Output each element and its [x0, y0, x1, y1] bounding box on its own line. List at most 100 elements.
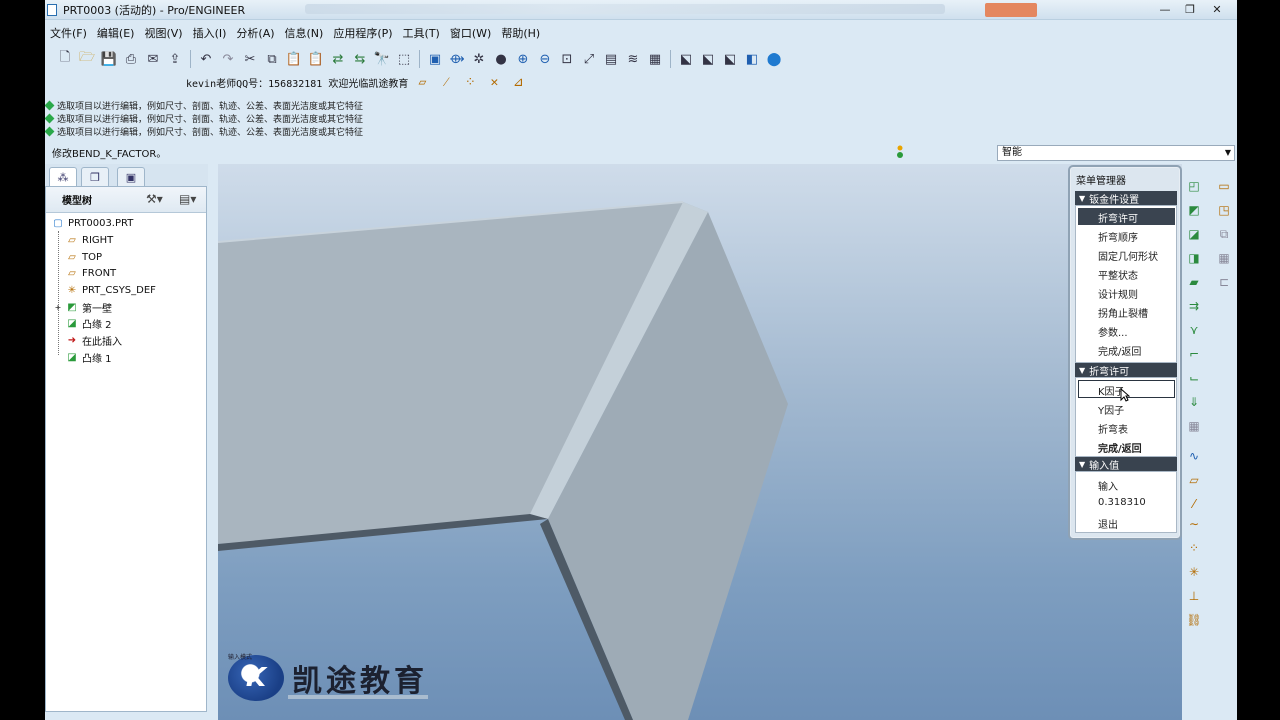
expand-plus-icon[interactable]: +: [54, 301, 62, 313]
hidden-line-icon[interactable]: ⬕: [698, 49, 718, 69]
menu-applications[interactable]: 应用程序(P): [328, 25, 397, 41]
side-tool-icon-4[interactable]: ▦: [1216, 250, 1232, 266]
annotation-tool-icon[interactable]: ⊿: [508, 72, 528, 92]
copy-icon[interactable]: ⧉: [262, 49, 282, 69]
minimize-button[interactable]: —: [1153, 0, 1177, 18]
menu-item-bend-allowance[interactable]: 折弯许可: [1098, 210, 1138, 225]
red-taskbar-button[interactable]: [985, 3, 1037, 17]
tree-node-insert-here[interactable]: ➜ 在此插入: [65, 332, 122, 348]
menu-insert[interactable]: 插入(I): [188, 25, 232, 41]
wall-icon[interactable]: ◩: [1186, 202, 1202, 218]
orient-mode-icon[interactable]: ✲: [469, 49, 489, 69]
wireframe-icon[interactable]: ⬕: [676, 49, 696, 69]
menu-item-quit[interactable]: 退出: [1098, 516, 1118, 531]
layers-icon[interactable]: ≋: [623, 49, 643, 69]
tree-node-first-wall[interactable]: + ◩ 第一壁: [54, 299, 112, 315]
sheetmetal-part-model[interactable]: [218, 164, 1182, 720]
section-bend-allowance[interactable]: ▼ 折弯许可: [1075, 363, 1177, 378]
shading-icon[interactable]: ◧: [742, 49, 762, 69]
panel-splitter[interactable]: [208, 164, 218, 720]
section-input-value[interactable]: ▼ 输入值: [1075, 457, 1177, 472]
menu-item-enter[interactable]: 输入: [1098, 478, 1118, 493]
csys-tool-icon[interactable]: ✕: [484, 72, 504, 92]
paste-special-icon[interactable]: 📋: [306, 49, 326, 69]
tab-model-tree[interactable]: ⁂: [49, 167, 77, 186]
send-icon[interactable]: ⇪: [165, 49, 185, 69]
menu-item-bend-table[interactable]: 折弯表: [1098, 421, 1128, 436]
selection-filter-dropdown[interactable]: 智能 ▼: [997, 145, 1235, 161]
menu-item-y-factor[interactable]: Y因子: [1098, 402, 1124, 417]
extend-icon[interactable]: ◨: [1186, 250, 1202, 266]
zoom-out-icon[interactable]: ⊖: [535, 49, 555, 69]
analysis-tool-icon[interactable]: ⊥: [1186, 588, 1202, 604]
new-file-icon[interactable]: 🗋: [55, 49, 75, 69]
menu-edit[interactable]: 编辑(E): [92, 25, 140, 41]
menu-item-value-0318310[interactable]: 0.318310: [1098, 497, 1146, 508]
datum-curve-tool-icon[interactable]: ∼: [1186, 516, 1202, 532]
graphics-viewport[interactable]: [218, 164, 1182, 720]
redo-icon[interactable]: ↷: [218, 49, 238, 69]
merge-icon[interactable]: ⇉: [1186, 298, 1202, 314]
tab-folder-browser[interactable]: ❐: [81, 167, 109, 186]
find-icon[interactable]: 🔭: [372, 49, 392, 69]
tree-settings-icon[interactable]: ⚒▾: [146, 192, 163, 206]
menu-file[interactable]: 文件(F): [45, 25, 92, 41]
datum-axis-tool-icon[interactable]: ⁄: [436, 72, 456, 92]
side-tool-icon-5[interactable]: ⊏: [1216, 274, 1232, 290]
tree-node-top[interactable]: ▱ TOP: [65, 249, 102, 265]
cut-icon[interactable]: ✂: [240, 49, 260, 69]
menu-item-done-return[interactable]: 完成/返回: [1098, 343, 1141, 358]
appearance-icon[interactable]: ⬤: [764, 49, 784, 69]
menu-item-parameters[interactable]: 参数...: [1098, 324, 1128, 339]
tree-node-root[interactable]: ▢ PRT0003.PRT: [51, 215, 133, 231]
menu-item-corner-relief[interactable]: 拐角止裂槽: [1098, 305, 1148, 320]
bend-back-icon[interactable]: ⌙: [1186, 370, 1202, 386]
tab-favorites[interactable]: ▣: [117, 167, 145, 186]
maximize-button[interactable]: ❐: [1178, 0, 1202, 18]
menu-item-bend-order[interactable]: 折弯顺序: [1098, 229, 1138, 244]
print-icon[interactable]: ⎙: [121, 49, 141, 69]
side-tool-icon-3[interactable]: ⧉: [1216, 226, 1232, 242]
paste-icon[interactable]: 📋: [284, 49, 304, 69]
zoom-in-icon[interactable]: ⊕: [513, 49, 533, 69]
menu-window[interactable]: 窗口(W): [445, 25, 496, 41]
menu-item-design-rules[interactable]: 设计规则: [1098, 286, 1138, 301]
close-button[interactable]: ✕: [1205, 0, 1229, 18]
unbend-icon[interactable]: ⌐: [1186, 346, 1202, 362]
sketch-curve-icon[interactable]: ∿: [1186, 448, 1202, 464]
datum-point-tool-icon[interactable]: ⁘: [460, 72, 480, 92]
menu-item-fixed-geometry[interactable]: 固定几何形状: [1098, 248, 1158, 263]
datum-point-tool-icon[interactable]: ⁘: [1186, 540, 1202, 556]
display-style-icon[interactable]: ●: [491, 49, 511, 69]
tree-node-flange-1[interactable]: ◪ 凸缘 1: [65, 349, 111, 365]
datum-axis-tool-icon[interactable]: ⁄: [1186, 496, 1202, 512]
regenerate-icon[interactable]: ⇄: [328, 49, 348, 69]
tree-node-right[interactable]: ▱ RIGHT: [65, 232, 113, 248]
menu-help[interactable]: 帮助(H): [496, 25, 545, 41]
menu-view[interactable]: 视图(V): [139, 25, 187, 41]
select-box-icon[interactable]: ⬚: [394, 49, 414, 69]
menu-item-done-return-2[interactable]: 完成/返回: [1098, 440, 1142, 455]
datum-plane-tool-icon[interactable]: ▱: [1186, 472, 1202, 488]
save-icon[interactable]: 💾: [99, 49, 119, 69]
regen-manager-icon[interactable]: ⇆: [350, 49, 370, 69]
menu-tools[interactable]: 工具(T): [398, 25, 445, 41]
menu-info[interactable]: 信息(N): [280, 25, 329, 41]
datum-plane-tool-icon[interactable]: ▱: [412, 72, 432, 92]
bend-icon[interactable]: ⋎: [1186, 322, 1202, 338]
tree-node-flange-2[interactable]: ◪ 凸缘 2: [65, 315, 111, 331]
unattached-wall-icon[interactable]: ▰: [1186, 274, 1202, 290]
tree-columns-icon[interactable]: ▤▾: [179, 192, 196, 206]
tree-node-csys[interactable]: ✳ PRT_CSYS_DEF: [65, 282, 156, 298]
reorient-icon[interactable]: ⤢: [579, 49, 599, 69]
repaint-icon[interactable]: ▣: [425, 49, 445, 69]
side-tool-icon-1[interactable]: ▭: [1216, 178, 1232, 194]
no-hidden-icon[interactable]: ⬕: [720, 49, 740, 69]
section-sheetmetal-setup[interactable]: ▼ 钣金件设置: [1075, 191, 1177, 206]
view-manager-icon[interactable]: ▦: [645, 49, 665, 69]
side-tool-icon-2[interactable]: ◳: [1216, 202, 1232, 218]
menu-analysis[interactable]: 分析(A): [231, 25, 279, 41]
flange-tool-icon[interactable]: ◪: [1186, 226, 1202, 242]
open-folder-icon[interactable]: 🗁: [77, 49, 97, 69]
csys-tool-icon[interactable]: ✳: [1186, 564, 1202, 580]
